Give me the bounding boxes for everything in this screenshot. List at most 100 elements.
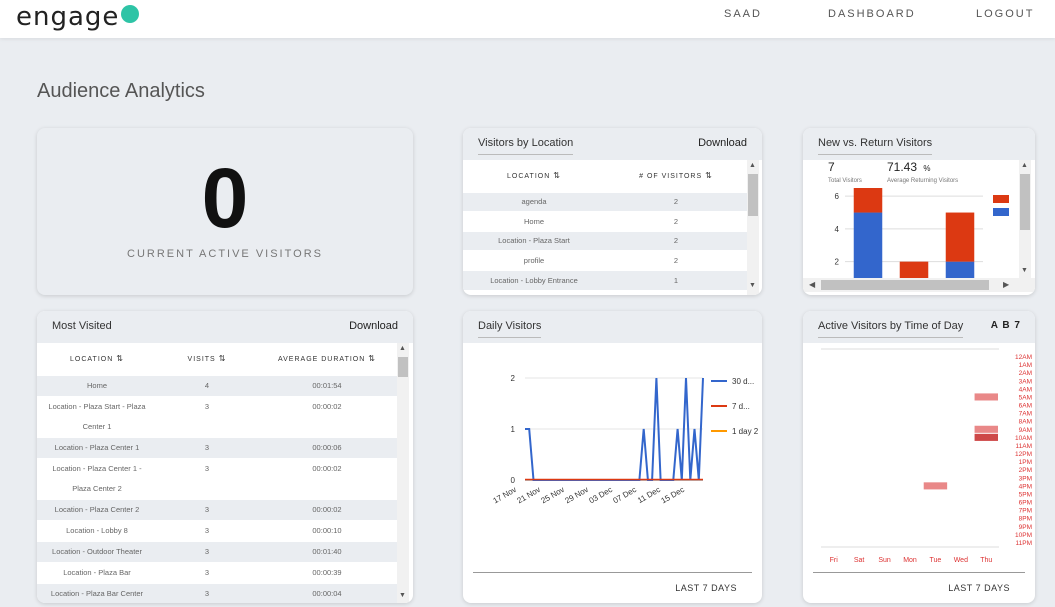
avg-returning-label: Average Returning Visitors (887, 178, 959, 184)
bar (945, 261, 975, 278)
heatmap-cell (974, 393, 998, 401)
table-row[interactable]: Location - Plaza Center 2 3 00:00:02 (37, 498, 397, 520)
day-label: Wed (954, 557, 968, 564)
bar (899, 261, 929, 278)
scroll-down-icon: ▼ (1021, 267, 1028, 274)
location-cell: Location - Plaza Start (463, 230, 605, 251)
duration-cell: 00:00:10 (257, 519, 397, 541)
nav-dashboard[interactable]: DASHBOARD (828, 8, 916, 20)
visitors-cell: 2 (605, 211, 747, 231)
visits-cell: 3 (157, 498, 257, 520)
active-visitors-label: CURRENT ACTIVE VISITORS (127, 248, 323, 260)
y-tick-label: 4 (835, 225, 840, 234)
table-scrollbar[interactable]: ▲ ▼ (397, 343, 409, 603)
duration-cell: 00:00:39 (257, 561, 397, 583)
table-row[interactable]: Home 4 00:01:54 (37, 374, 397, 396)
hour-label: 9AM (1019, 427, 1032, 434)
hour-label: 6AM (1019, 403, 1032, 410)
chart-scrollbar-horizontal[interactable]: ◀ ▶ (803, 278, 1035, 292)
table-row[interactable]: Location - Plaza Center 1 - Plaza Center … (37, 457, 397, 499)
scroll-thumb (821, 280, 989, 290)
legend-swatch (993, 195, 1009, 203)
location-cell: Location - Lobby Entrance (463, 269, 605, 290)
table-row[interactable]: profile 2 (463, 250, 747, 270)
download-button[interactable]: Download (349, 320, 398, 332)
table-row[interactable]: Location - Lobby Entrance 1 (463, 269, 747, 290)
location-cell: Location - Plaza Bar (37, 561, 157, 583)
day-label: Mon (903, 557, 917, 564)
scroll-up-icon: ▲ (1021, 162, 1028, 169)
x-tick-label: 21 Nov (516, 485, 542, 505)
hour-label: 6PM (1019, 500, 1032, 507)
scroll-right-icon: ▶ (1003, 280, 1010, 289)
download-button[interactable]: Download (698, 137, 747, 149)
card-title: Most Visited (52, 320, 112, 332)
table-row[interactable]: Location - Plaza Center 1 3 00:00:06 (37, 436, 397, 458)
logo-mark-icon (121, 5, 140, 23)
sort-icon: ⇅ (553, 171, 561, 181)
column-header-duration[interactable]: AVERAGE DURATION ⇅ (257, 343, 397, 375)
visitors-cell: 2 (605, 230, 747, 251)
hour-label: 8AM (1019, 419, 1032, 426)
day-label: Tue (930, 557, 942, 564)
range-label[interactable]: LAST 7 DAYS (675, 583, 737, 593)
card-title: Daily Visitors (478, 320, 542, 338)
column-header-location[interactable]: LOCATION ⇅ (463, 160, 605, 192)
nav-logout[interactable]: LOGOUT (976, 8, 1034, 20)
hour-label: 4PM (1019, 483, 1032, 490)
legend-label: 1 day 2 (732, 427, 759, 436)
scroll-thumb (748, 174, 758, 216)
table-row[interactable]: agenda 2 (463, 191, 747, 212)
table-scrollbar[interactable]: ▲ ▼ (747, 160, 759, 295)
hour-label: 2PM (1019, 467, 1032, 474)
card-header: Most Visited Download (37, 311, 413, 343)
duration-cell: 00:00:02 (257, 457, 397, 499)
y-tick-label: 2 (511, 374, 516, 383)
hour-label: 1AM (1019, 362, 1032, 369)
hour-label: 11AM (1016, 443, 1033, 450)
y-tick-label: 6 (835, 192, 840, 201)
card-header: New vs. Return Visitors (803, 128, 1035, 160)
x-tick-label: 17 Nov (492, 485, 518, 505)
hour-label: 7AM (1019, 411, 1032, 418)
table-row[interactable]: Location - Plaza Start - Plaza Center 130… (37, 395, 397, 437)
column-header-visitors[interactable]: # OF VISITORS ⇅ (605, 160, 747, 192)
sort-icon: ⇅ (116, 354, 124, 364)
most-visited-table: LOCATION ⇅ VISITS ⇅ AVERAGE DURATION ⇅ Home… (37, 343, 397, 603)
visits-cell: 3 (157, 582, 257, 603)
table-row[interactable]: Location - Plaza Start 2 (463, 230, 747, 251)
y-tick-label: 0 (511, 476, 516, 485)
footer-divider (473, 572, 752, 573)
x-tick-label: 25 Nov (540, 485, 566, 505)
total-visitors-label: Total Visitors (828, 178, 862, 184)
column-header-visits[interactable]: VISITS ⇅ (157, 343, 257, 375)
column-header-location[interactable]: LOCATION ⇅ (37, 343, 157, 375)
scroll-down-icon: ▼ (399, 592, 406, 599)
range-label[interactable]: LAST 7 DAYS (948, 583, 1010, 593)
table-row[interactable]: Location - Lobby 8 3 00:00:10 (37, 519, 397, 541)
duration-cell: 00:01:54 (257, 374, 397, 396)
hour-label: 8PM (1019, 516, 1032, 523)
bar (945, 212, 975, 262)
hour-label: 3AM (1019, 378, 1032, 385)
brand-text: engage (16, 2, 120, 32)
brand-logo[interactable]: engage (16, 2, 140, 32)
y-tick-label: 1 (511, 425, 516, 434)
duration-cell: 00:00:04 (257, 582, 397, 603)
sort-icon: ⇅ (218, 354, 227, 364)
table-row[interactable]: Location - Plaza Bar Center 3 00:00:04 (37, 582, 397, 603)
new-return-chart: 2 4 6 (835, 188, 1009, 278)
table-row[interactable]: Home 2 (463, 211, 747, 231)
chart-scrollbar-vertical[interactable]: ▲ ▼ (1019, 160, 1031, 278)
scroll-up-icon: ▲ (749, 162, 756, 169)
scroll-left-icon: ◀ (809, 280, 816, 289)
card-header: Visitors by Location Download (463, 128, 762, 160)
location-cell: Location - Plaza Start - Plaza Center 1 (37, 395, 157, 437)
bar (853, 188, 883, 213)
table-row[interactable]: Location - Outdoor Theater 3 00:01:40 (37, 540, 397, 562)
footer-divider (813, 572, 1025, 573)
table-row[interactable]: Location - Plaza Bar 3 00:00:39 (37, 561, 397, 583)
sort-icon: ⇅ (368, 354, 376, 364)
nav-user[interactable]: SAAD (724, 8, 762, 20)
visitors-by-location-table: LOCATION ⇅ # OF VISITORS ⇅ agenda 2 Home 2 Loc… (463, 160, 747, 290)
